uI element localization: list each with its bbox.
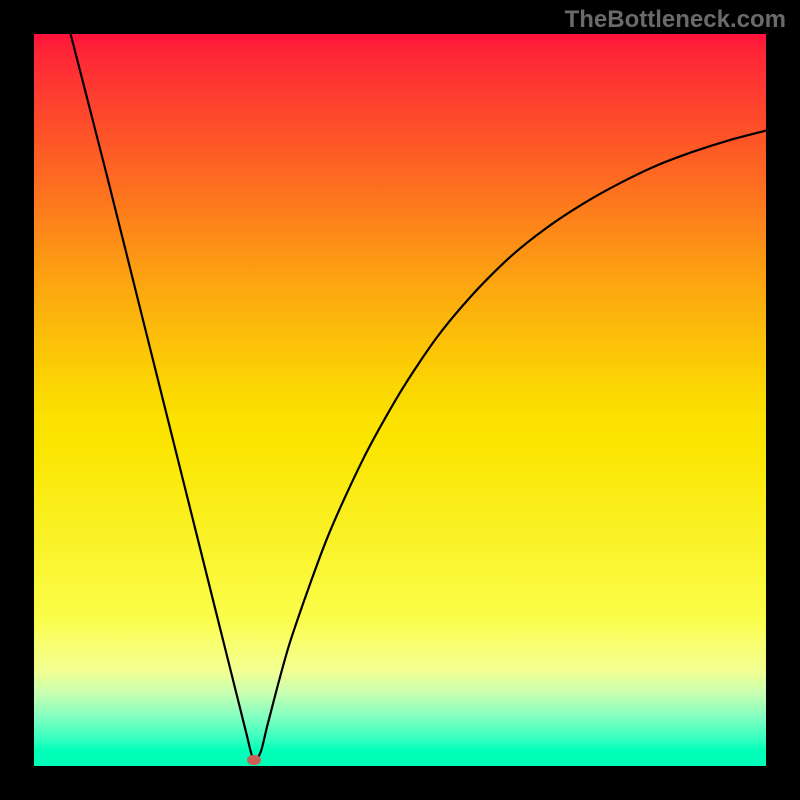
curve-svg: [34, 34, 766, 766]
plot-area: [34, 34, 766, 766]
watermark-text: TheBottleneck.com: [565, 6, 786, 34]
chart-frame: TheBottleneck.com: [0, 0, 800, 800]
minimum-marker: [247, 755, 261, 765]
bottleneck-curve: [71, 34, 766, 761]
